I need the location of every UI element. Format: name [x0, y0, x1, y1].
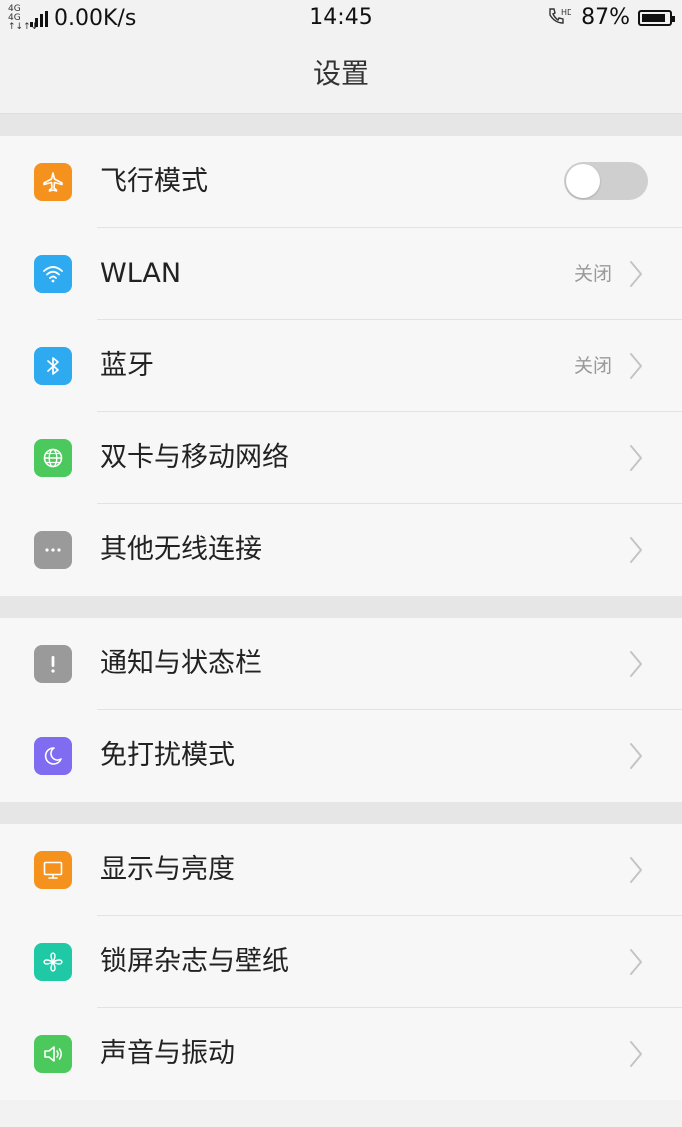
battery-icon: [638, 9, 675, 26]
settings-item-wifi[interactable]: WLAN 关闭: [0, 228, 682, 320]
settings-item-display[interactable]: 显示与亮度: [0, 824, 682, 916]
airplane-icon: [34, 163, 72, 201]
settings-item-value: 关闭: [573, 355, 612, 377]
settings-item-moon[interactable]: 免打扰模式: [0, 710, 682, 802]
settings-item-label: WLAN: [100, 258, 182, 289]
page-title: 设置: [0, 36, 682, 114]
chevron-right-icon: [628, 856, 644, 884]
settings-item-bluetooth[interactable]: 蓝牙 关闭: [0, 320, 682, 412]
speaker-icon: [34, 1035, 72, 1073]
more-icon: [34, 531, 72, 569]
settings-item-more[interactable]: 其他无线连接: [0, 504, 682, 596]
hd-call-icon: HD: [547, 7, 573, 29]
settings-item-label: 声音与振动: [100, 1038, 235, 1069]
settings-group: 显示与亮度锁屏杂志与壁纸 声音与振动: [0, 824, 682, 1100]
settings-item-pinwheel[interactable]: 锁屏杂志与壁纸: [0, 916, 682, 1008]
chevron-right-icon: [628, 650, 644, 678]
settings-item-label: 飞行模式: [100, 166, 208, 197]
moon-icon: [34, 737, 72, 775]
settings-item-label: 免打扰模式: [100, 740, 235, 771]
settings-group: 飞行模式 WLAN 关闭 蓝牙 关闭 双卡与移动网络 其他无线连接: [0, 136, 682, 596]
settings-item-label: 显示与亮度: [100, 854, 235, 885]
settings-item-label: 蓝牙: [100, 350, 154, 381]
chevron-right-icon: [628, 260, 644, 288]
settings-item-label: 锁屏杂志与壁纸: [100, 946, 289, 977]
chevron-right-icon: [628, 948, 644, 976]
settings-list: 飞行模式 WLAN 关闭 蓝牙 关闭 双卡与移动网络 其他无线连接 通知与状态栏 免打扰模式 显示…: [0, 114, 682, 1100]
section-gap: [0, 802, 682, 824]
battery-percent: 87%: [581, 5, 630, 30]
settings-group: 通知与状态栏 免打扰模式: [0, 618, 682, 802]
display-icon: [34, 851, 72, 889]
airplane-mode-toggle[interactable]: [564, 162, 648, 200]
settings-item-value: 关闭: [573, 263, 612, 285]
status-bar: 4G 4G ↑↓↑↓ 0.00K/s 14:45 HD 87%: [0, 0, 682, 36]
settings-item-label: 双卡与移动网络: [100, 442, 289, 473]
status-right: HD 87%: [547, 5, 675, 30]
chevron-right-icon: [628, 742, 644, 770]
pinwheel-icon: [34, 943, 72, 981]
section-gap: [0, 114, 682, 136]
chevron-right-icon: [628, 536, 644, 564]
settings-item-airplane[interactable]: 飞行模式: [0, 136, 682, 228]
settings-item-label: 通知与状态栏: [100, 648, 262, 679]
toggle-knob: [566, 164, 600, 198]
hd-label: HD: [561, 8, 571, 17]
chevron-right-icon: [628, 1040, 644, 1068]
wifi-icon: [34, 255, 72, 293]
bluetooth-icon: [34, 347, 72, 385]
chevron-right-icon: [628, 352, 644, 380]
alert-icon: [34, 645, 72, 683]
chevron-right-icon: [628, 444, 644, 472]
phone-icon: HD: [549, 8, 573, 24]
settings-item-label: 其他无线连接: [100, 534, 262, 565]
settings-item-globe[interactable]: 双卡与移动网络: [0, 412, 682, 504]
battery-fill: [642, 13, 665, 22]
settings-item-speaker[interactable]: 声音与振动: [0, 1008, 682, 1100]
globe-icon: [34, 439, 72, 477]
settings-item-alert[interactable]: 通知与状态栏: [0, 618, 682, 710]
section-gap: [0, 596, 682, 618]
